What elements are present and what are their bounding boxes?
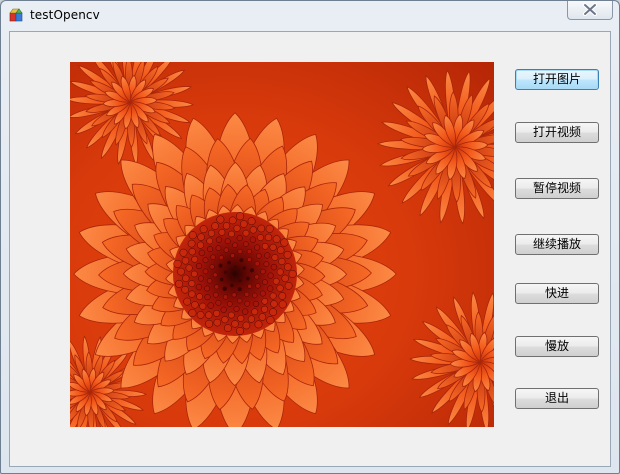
pause-video-button[interactable]: 暂停视频	[515, 178, 599, 199]
main-window: testOpencv 打开图片 打开视频 暂停视频 继续播放 快进 慢放 退出	[0, 0, 620, 474]
dialog-client-area: 打开图片 打开视频 暂停视频 继续播放 快进 慢放 退出	[9, 31, 611, 467]
application-icon	[9, 8, 23, 22]
window-title: testOpencv	[30, 8, 100, 22]
exit-button[interactable]: 退出	[515, 388, 599, 409]
slow-motion-button[interactable]: 慢放	[515, 336, 599, 357]
fast-forward-button[interactable]: 快进	[515, 283, 599, 304]
title-bar[interactable]: testOpencv	[1, 1, 619, 31]
flower-photo	[70, 62, 494, 427]
close-icon	[583, 3, 597, 16]
open-video-button[interactable]: 打开视频	[515, 122, 599, 143]
image-display	[70, 62, 494, 427]
resume-play-button[interactable]: 继续播放	[515, 234, 599, 255]
open-image-button[interactable]: 打开图片	[515, 69, 599, 90]
window-close-button[interactable]	[567, 1, 613, 20]
